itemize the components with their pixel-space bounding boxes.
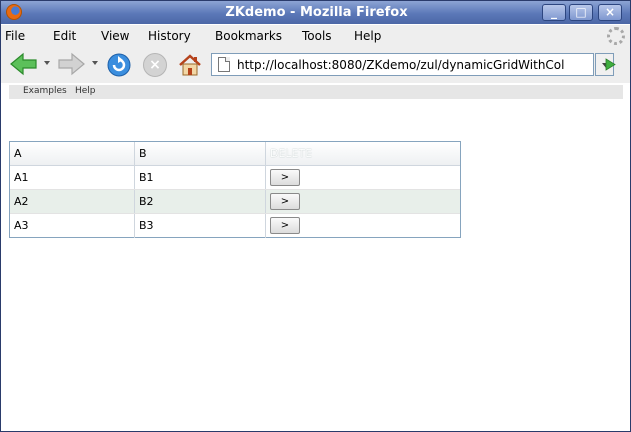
bookmark-help[interactable]: Help	[75, 86, 96, 96]
bookmarks-toolbar: Examples Help	[9, 85, 623, 99]
reload-icon[interactable]	[106, 52, 132, 78]
url-bar[interactable]: http://localhost:8080/ZKdemo/zul/dynamic…	[211, 53, 594, 76]
menu-edit[interactable]: Edit	[53, 29, 76, 43]
home-icon[interactable]	[177, 52, 203, 78]
cell-delete: >	[266, 166, 460, 189]
data-grid: A B DELETE A1 B1 > A2 B2 > A3 B3 >	[9, 141, 461, 238]
delete-row-button[interactable]: >	[270, 217, 300, 234]
column-header-b[interactable]: B	[135, 142, 266, 165]
forward-history-dropdown[interactable]	[92, 61, 98, 65]
url-text[interactable]: http://localhost:8080/ZKdemo/zul/dynamic…	[237, 58, 577, 72]
go-icon[interactable]	[599, 53, 621, 76]
window-title: ZKdemo - Mozilla Firefox	[225, 5, 408, 20]
menu-help[interactable]: Help	[354, 29, 381, 43]
column-header-a[interactable]: A	[10, 142, 135, 165]
cell-b: B2	[135, 190, 266, 213]
cell-b: B3	[135, 214, 266, 238]
throbber-icon	[607, 27, 625, 45]
cell-a: A2	[10, 190, 135, 213]
cell-delete: >	[266, 214, 460, 238]
table-row: A2 B2 >	[10, 190, 460, 214]
menu-history[interactable]: History	[148, 29, 191, 43]
stop-icon[interactable]: ×	[143, 53, 167, 77]
cell-a: A3	[10, 214, 135, 238]
table-row: A3 B3 >	[10, 214, 460, 238]
cell-a: A1	[10, 166, 135, 189]
delete-row-button[interactable]: >	[270, 193, 300, 210]
cell-delete: >	[266, 190, 460, 213]
column-header-delete[interactable]: DELETE	[266, 142, 460, 165]
table-row: A1 B1 >	[10, 166, 460, 190]
menu-view[interactable]: View	[101, 29, 129, 43]
menu-file[interactable]: File	[5, 29, 25, 43]
forward-arrow-icon[interactable]	[56, 52, 86, 76]
minimize-button[interactable]: _	[542, 4, 566, 21]
grid-header-row: A B DELETE	[10, 142, 460, 166]
back-arrow-icon[interactable]	[9, 52, 39, 76]
back-history-dropdown[interactable]	[44, 61, 50, 65]
maximize-button[interactable]: □	[569, 4, 593, 21]
browser-window: ZKdemo - Mozilla Firefox _ □ × File Edit…	[0, 0, 631, 432]
menu-bookmarks[interactable]: Bookmarks	[215, 29, 282, 43]
title-bar[interactable]: ZKdemo - Mozilla Firefox _ □ ×	[1, 1, 630, 24]
cell-b: B1	[135, 166, 266, 189]
page-icon	[218, 57, 230, 72]
delete-row-button[interactable]: >	[270, 169, 300, 186]
menu-bar: File Edit View History Bookmarks Tools H…	[1, 25, 630, 47]
close-button[interactable]: ×	[598, 4, 622, 21]
menu-tools[interactable]: Tools	[302, 29, 332, 43]
bookmark-examples[interactable]: Examples	[23, 86, 67, 96]
